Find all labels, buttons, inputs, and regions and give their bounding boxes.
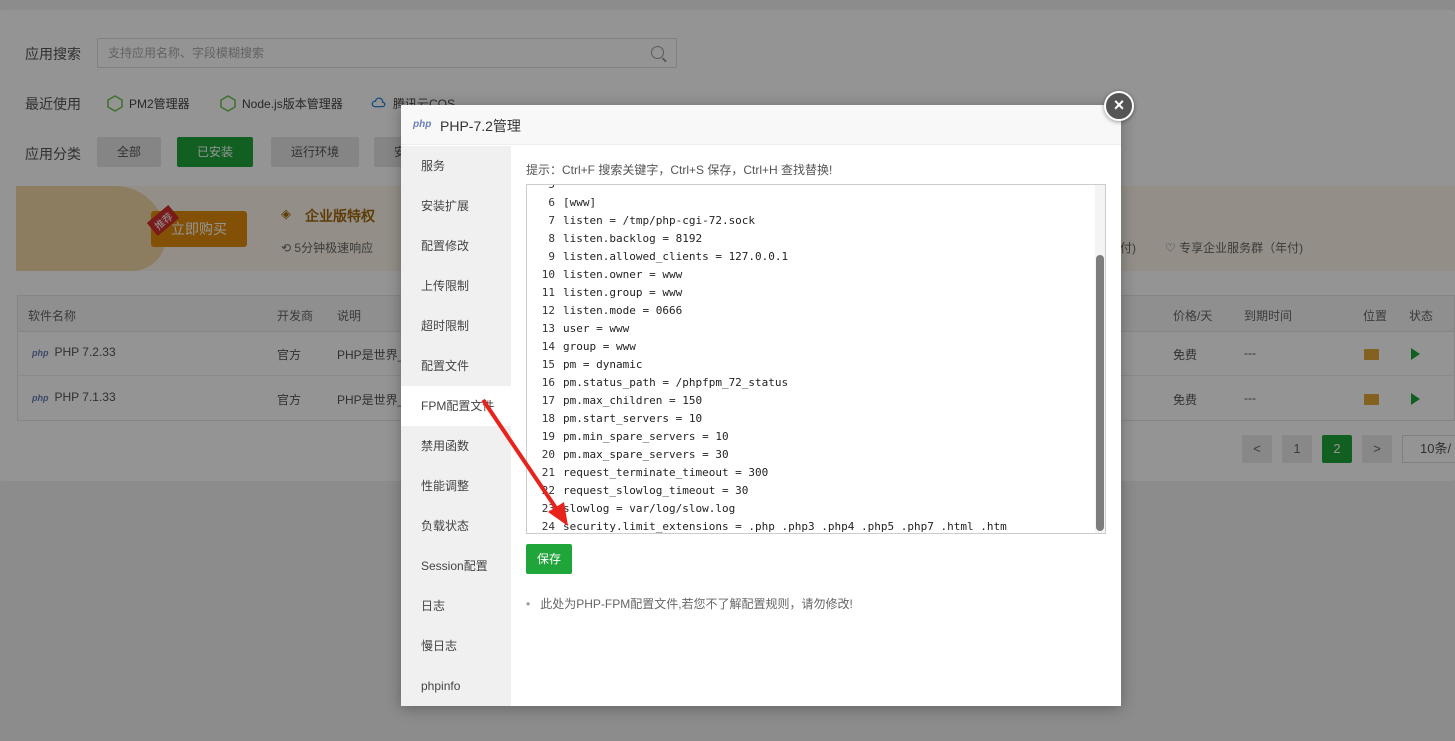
code-editor[interactable]: 5 6 [www] 7 listen = /tmp/php-cgi-72.sock 8 li… <box>526 184 1106 534</box>
code-line[interactable]: 8 listen.backlog = 8192 <box>527 230 702 248</box>
code-line[interactable]: 21 request_terminate_timeout = 300 <box>527 464 769 482</box>
code-line[interactable]: 14 group = www <box>527 338 636 356</box>
menu-disabled-functions[interactable]: 禁用函数 <box>401 426 511 466</box>
code-line[interactable]: 19 pm.min_spare_servers = 10 <box>527 428 729 446</box>
editor-scroll-thumb[interactable] <box>1096 255 1104 531</box>
save-button[interactable]: 保存 <box>526 544 572 574</box>
code-line[interactable]: 15 pm = dynamic <box>527 356 643 374</box>
line-number: 21 <box>541 466 555 479</box>
line-number: 17 <box>541 394 555 407</box>
code-line[interactable]: 24 security.limit_extensions = .php .php3… <box>527 518 1007 533</box>
code-text: pm.max_children = 150 <box>563 394 703 407</box>
line-number: 16 <box>541 376 555 389</box>
menu-performance[interactable]: 性能调整 <box>401 466 511 506</box>
menu-upload-limit[interactable]: 上传限制 <box>401 266 511 306</box>
code-text: user = www <box>563 322 630 335</box>
line-number: 6 <box>548 196 555 209</box>
line-number: 5 <box>548 184 555 191</box>
code-line[interactable]: 7 listen = /tmp/php-cgi-72.sock <box>527 212 755 230</box>
code-text: listen.allowed_clients = 127.0.0.1 <box>563 250 789 263</box>
line-number: 18 <box>541 412 555 425</box>
code-text: listen.mode = 0666 <box>563 304 683 317</box>
code-line[interactable]: 9 listen.allowed_clients = 127.0.0.1 <box>527 248 788 266</box>
menu-phpinfo[interactable]: phpinfo <box>401 666 511 706</box>
line-number: 20 <box>541 448 555 461</box>
fpm-warning-notice: 此处为PHP-FPM配置文件,若您不了解配置规则，请勿修改! <box>526 595 853 612</box>
line-number: 9 <box>548 250 555 263</box>
code-line[interactable]: 20 pm.max_spare_servers = 30 <box>527 446 729 464</box>
code-text: listen = /tmp/php-cgi-72.sock <box>563 214 756 227</box>
line-number: 22 <box>541 484 555 497</box>
code-text: listen.owner = www <box>563 268 683 281</box>
line-number: 8 <box>548 232 555 245</box>
menu-load-status[interactable]: 负载状态 <box>401 506 511 546</box>
menu-config-file[interactable]: 配置文件 <box>401 346 511 386</box>
code-line[interactable]: 22 request_slowlog_timeout = 30 <box>527 482 749 500</box>
php-logo-icon: php <box>413 119 432 130</box>
code-line[interactable]: 13 user = www <box>527 320 629 338</box>
menu-session-config[interactable]: Session配置 <box>401 546 511 586</box>
line-number: 11 <box>541 286 555 299</box>
php-manage-dialog: php PHP-7.2管理 服务 安装扩展 配置修改 上传限制 超时限制 配置文… <box>401 105 1121 706</box>
code-text: pm.status_path = /phpfpm_72_status <box>563 376 789 389</box>
editor-scrollbar[interactable] <box>1095 185 1105 533</box>
dialog-title: PHP-7.2管理 <box>440 118 521 134</box>
code-text: pm = dynamic <box>563 358 643 371</box>
code-line[interactable]: 12 listen.mode = 0666 <box>527 302 682 320</box>
code-text: listen.backlog = 8192 <box>563 232 703 245</box>
dialog-sidebar: 服务 安装扩展 配置修改 上传限制 超时限制 配置文件 FPM配置文件 禁用函数… <box>401 146 511 706</box>
close-icon[interactable]: × <box>1104 91 1134 121</box>
code-line[interactable]: 6 [www] <box>527 194 596 212</box>
editor-tip: 提示：Ctrl+F 搜索关键字，Ctrl+S 保存，Ctrl+H 查找替换! <box>526 163 833 177</box>
code-text: security.limit_extensions = .php .php3 .… <box>563 520 1007 533</box>
code-text: slowlog = var/log/slow.log <box>563 502 736 515</box>
code-text: pm.start_servers = 10 <box>563 412 703 425</box>
code-line[interactable]: 18 pm.start_servers = 10 <box>527 410 702 428</box>
line-number: 19 <box>541 430 555 443</box>
line-number: 13 <box>541 322 555 335</box>
menu-slow-log[interactable]: 慢日志 <box>401 626 511 666</box>
code-line[interactable]: 11 listen.group = www <box>527 284 682 302</box>
line-number: 7 <box>548 214 555 227</box>
code-text: group = www <box>563 340 636 353</box>
menu-service[interactable]: 服务 <box>401 146 511 186</box>
line-number: 14 <box>541 340 555 353</box>
code-line[interactable]: 5 <box>527 184 563 194</box>
code-line[interactable]: 17 pm.max_children = 150 <box>527 392 702 410</box>
code-line[interactable]: 16 pm.status_path = /phpfpm_72_status <box>527 374 788 392</box>
menu-fpm-config-file[interactable]: FPM配置文件 <box>401 386 511 426</box>
line-number: 10 <box>541 268 555 281</box>
code-text: [www] <box>563 196 597 209</box>
line-number: 15 <box>541 358 555 371</box>
menu-install-extension[interactable]: 安装扩展 <box>401 186 511 226</box>
line-number: 24 <box>541 520 555 533</box>
code-text: request_terminate_timeout = 300 <box>563 466 769 479</box>
line-number: 12 <box>541 304 555 317</box>
code-text: pm.min_spare_servers = 10 <box>563 430 729 443</box>
code-line[interactable]: 23 slowlog = var/log/slow.log <box>527 500 735 518</box>
code-line[interactable]: 10 listen.owner = www <box>527 266 682 284</box>
line-number: 23 <box>541 502 555 515</box>
code-text: request_slowlog_timeout = 30 <box>563 484 749 497</box>
menu-log[interactable]: 日志 <box>401 586 511 626</box>
menu-config-edit[interactable]: 配置修改 <box>401 226 511 266</box>
code-text: listen.group = www <box>563 286 683 299</box>
dialog-header: php PHP-7.2管理 <box>401 105 1121 145</box>
menu-timeout-limit[interactable]: 超时限制 <box>401 306 511 346</box>
code-text: pm.max_spare_servers = 30 <box>563 448 729 461</box>
